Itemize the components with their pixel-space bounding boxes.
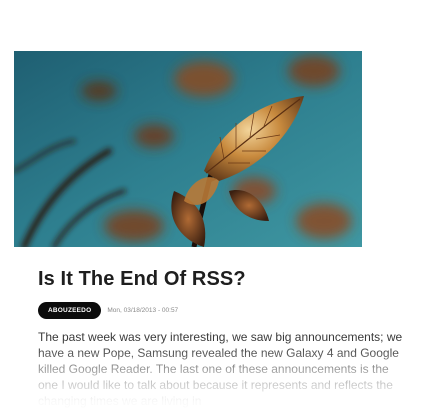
author-badge[interactable]: ABOUZEEDO	[38, 302, 102, 319]
excerpt-fade-overlay	[0, 346, 437, 420]
post-featured-image[interactable]	[14, 51, 362, 247]
post-title[interactable]: Is It The End Of RSS?	[38, 268, 246, 291]
post-date: Mon, 03/18/2013 - 00:57	[107, 307, 179, 314]
post-meta: ABOUZEEDO Mon, 03/18/2013 - 00:57	[38, 302, 178, 319]
